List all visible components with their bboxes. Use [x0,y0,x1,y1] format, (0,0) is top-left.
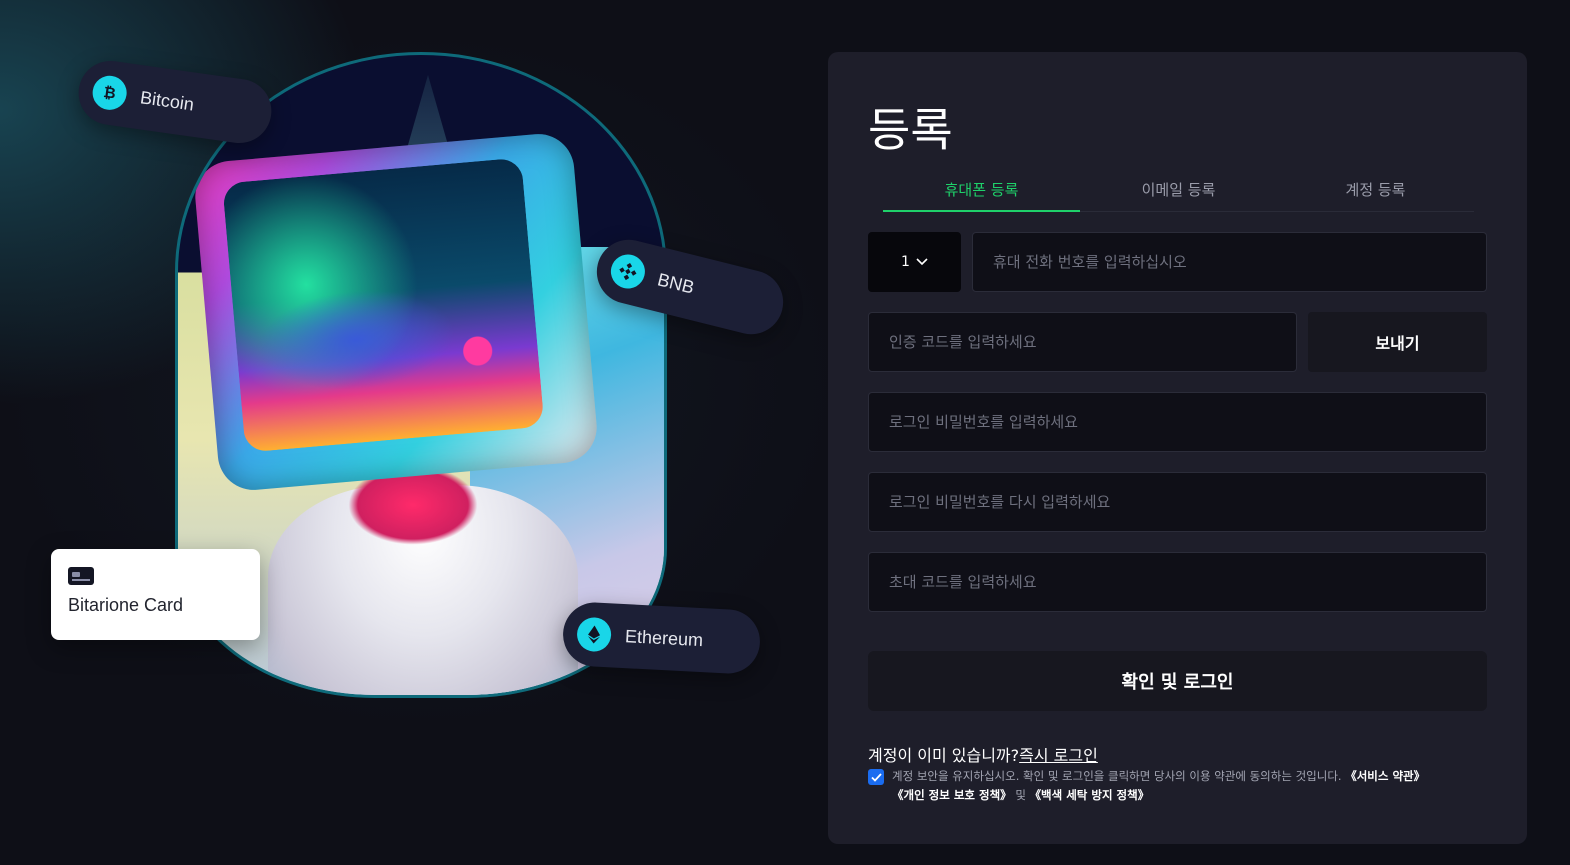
tab-account-register[interactable]: 계정 등록 [1277,170,1474,211]
country-code-value: 1 [901,254,910,270]
login-now-link[interactable]: 즉시 로그인 [1019,746,1098,765]
coin-pill-bitcoin: ₿ Bitcoin [74,56,276,148]
phone-input[interactable] [972,232,1487,292]
country-code-select[interactable]: 1 [868,232,961,292]
verification-code-input[interactable] [868,312,1297,372]
have-account-line: 계정이 이미 있습니까?즉시 로그인 [868,742,1098,766]
coin-name: Bitcoin [139,86,196,115]
confirm-login-button[interactable]: 확인 및 로그인 [868,651,1487,711]
invite-code-input[interactable] [868,552,1487,612]
chevron-down-icon [916,258,928,266]
credit-card-icon [68,567,94,585]
terms-description: 계정 보안을 유지하십시오. 확인 및 로그인을 클릭하면 당사의 이용 약관에… [892,769,1342,783]
page-title: 등록 [868,103,953,157]
send-code-button[interactable]: 보내기 [1308,312,1487,372]
tab-phone-register[interactable]: 휴대폰 등록 [883,170,1080,212]
illustration-space-screen [222,157,545,453]
terms-checkbox[interactable] [868,769,884,785]
check-icon [870,772,882,782]
bitcoin-icon: ₿ [90,73,129,113]
coin-name: BNB [655,268,697,298]
hero-section: ₿ Bitcoin BNB Ethereum Bitarione Card [0,0,800,865]
coin-name: Ethereum [624,625,704,650]
privacy-policy-link[interactable]: 《개인 정보 보호 정책》 [892,788,1012,802]
aml-policy-link[interactable]: 《백색 세탁 방지 정책》 [1030,788,1150,802]
terms-text-block: 계정 보안을 유지하십시오. 확인 및 로그인을 클릭하면 당사의 이용 약관에… [892,767,1425,805]
illustration-monitor-head [192,131,600,493]
tab-email-register[interactable]: 이메일 등록 [1080,170,1277,211]
have-account-text: 계정이 이미 있습니까? [868,746,1020,765]
bitarione-card-badge: Bitarione Card [51,549,260,640]
coin-pill-ethereum: Ethereum [561,600,762,676]
password-confirm-input[interactable] [868,472,1487,532]
bnb-icon [607,250,649,293]
register-panel: 등록 휴대폰 등록 이메일 등록 계정 등록 1 보내기 확인 및 로그인 계정… [828,52,1527,844]
terms-and: 및 [1015,788,1026,802]
card-label: Bitarione Card [68,595,184,615]
ethereum-icon [576,616,612,653]
svg-text:₿: ₿ [102,83,117,103]
register-tabs: 휴대폰 등록 이메일 등록 계정 등록 [883,170,1474,212]
service-terms-link[interactable]: 《서비스 약관》 [1345,769,1425,783]
terms-agreement: 계정 보안을 유지하십시오. 확인 및 로그인을 클릭하면 당사의 이용 약관에… [868,767,1488,805]
password-input[interactable] [868,392,1487,452]
